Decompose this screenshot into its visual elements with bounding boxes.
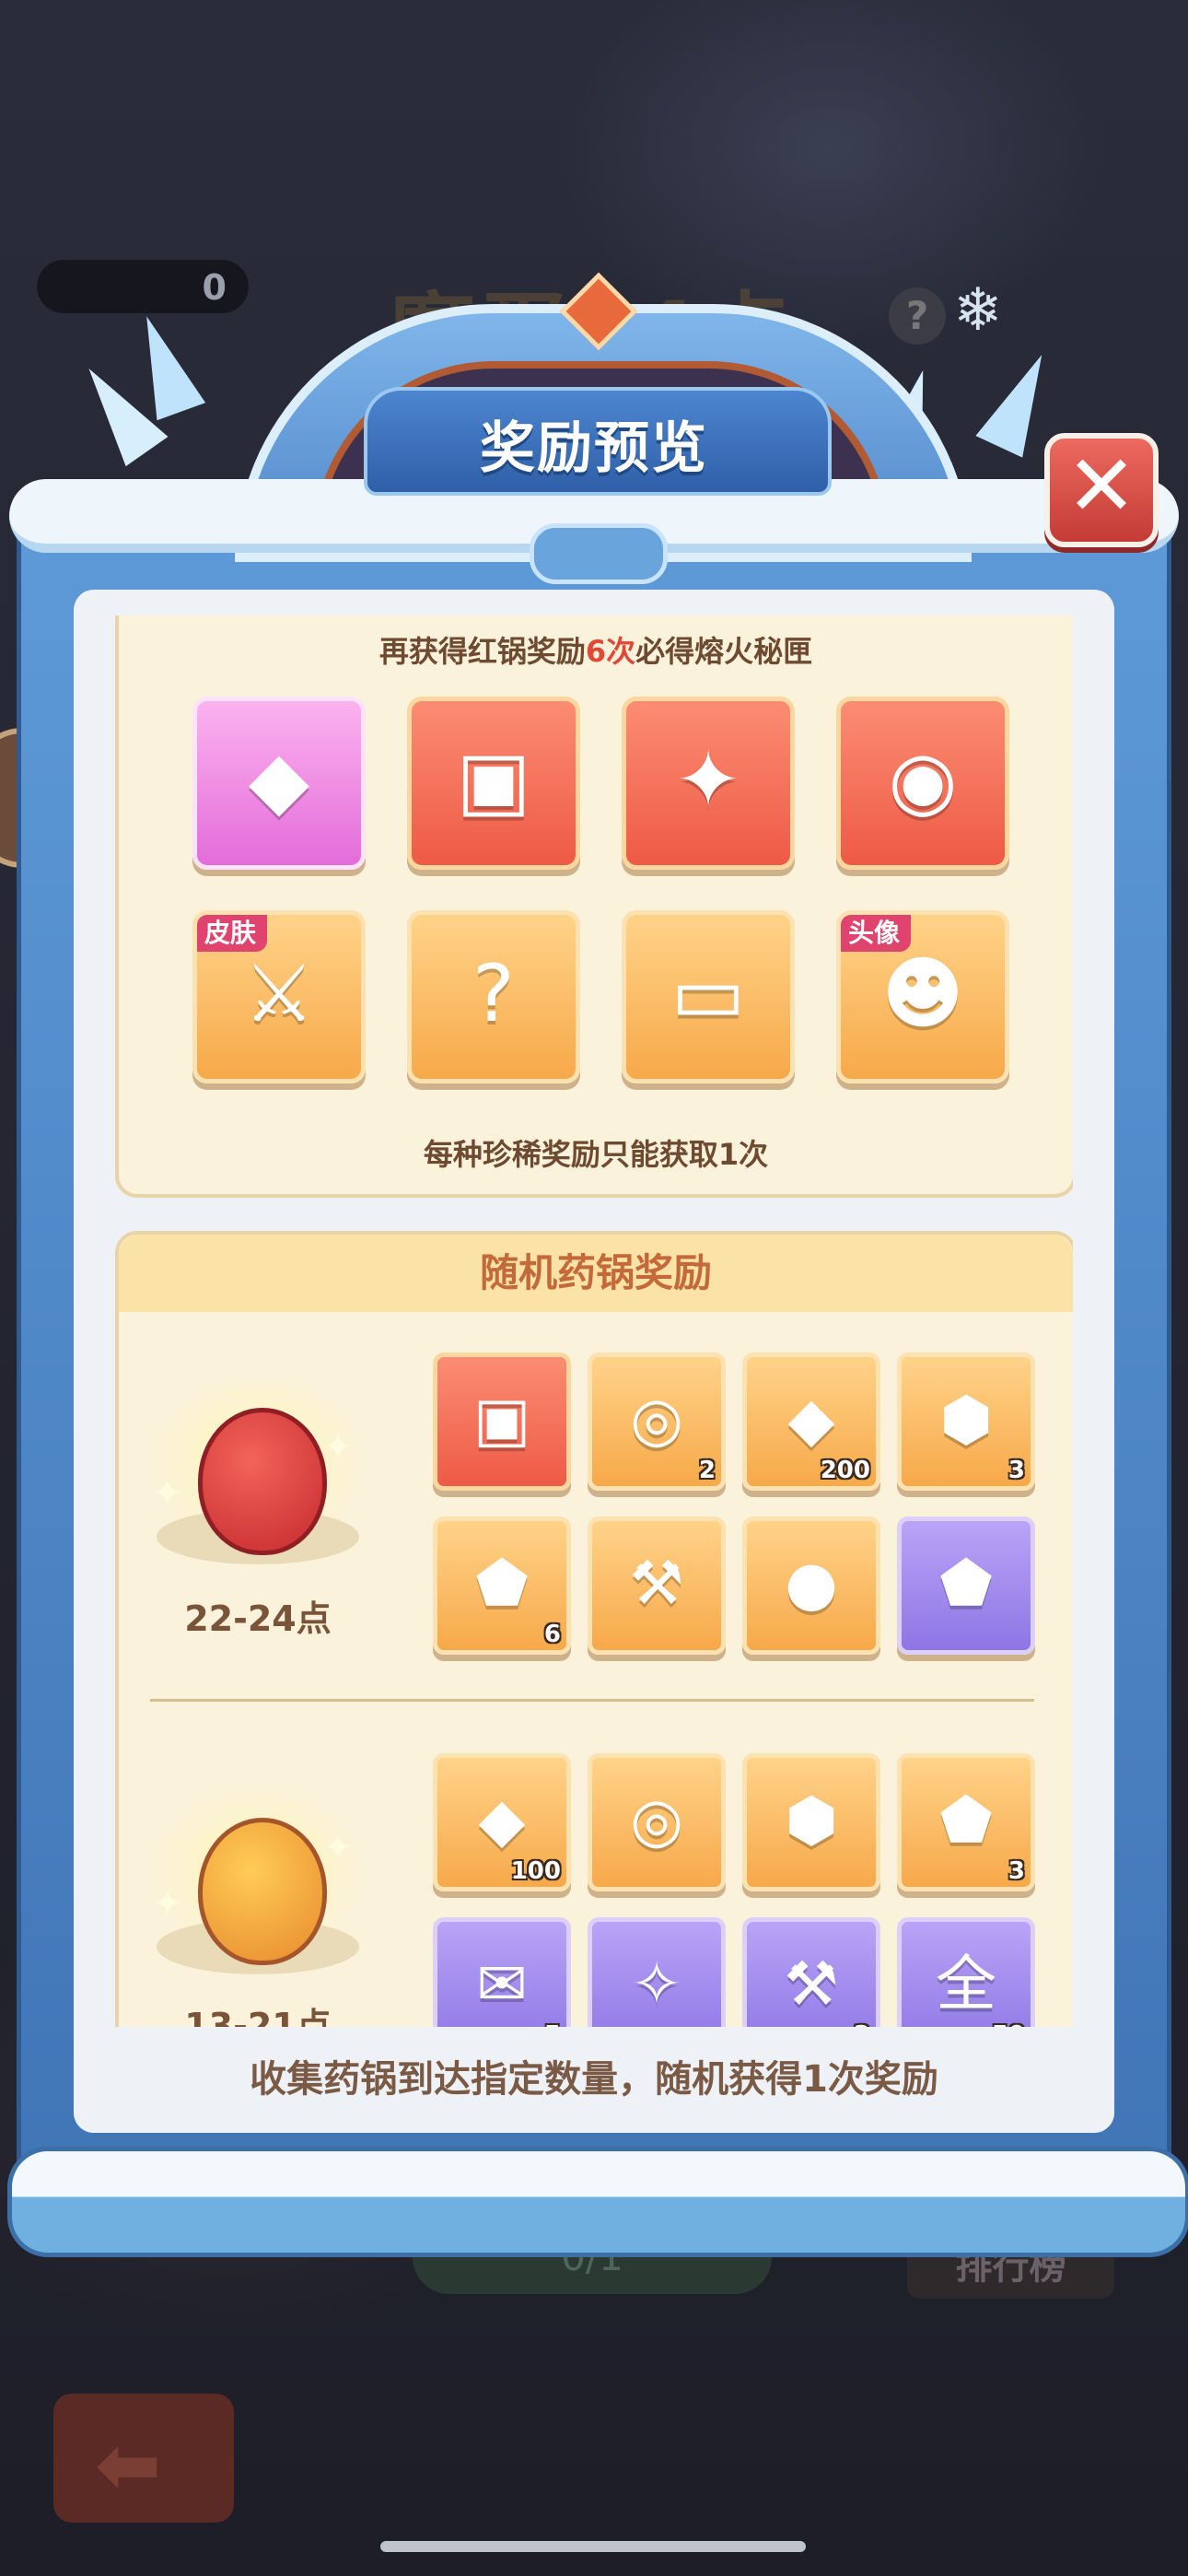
- green-orb-icon: ●: [785, 1548, 838, 1619]
- pot-reward-item[interactable]: ✉5: [433, 1917, 571, 2030]
- pot-reward-item[interactable]: ⬟: [897, 1516, 1035, 1655]
- reward-count: 3: [1007, 1857, 1025, 1885]
- pot-reward-item[interactable]: ◆ 100: [433, 1753, 571, 1891]
- sparkle-icon: ✦: [152, 1882, 183, 1925]
- reward-type-badge: 皮肤: [197, 915, 268, 952]
- ice-hammer-icon: ⚒: [784, 1949, 839, 2020]
- close-button[interactable]: ✕: [1044, 433, 1159, 547]
- dark-chest-icon: ▣: [472, 1384, 531, 1455]
- pot-reward-item[interactable]: ◆ 200: [742, 1352, 880, 1491]
- home-indicator: [380, 2541, 806, 2552]
- pot-reward-item[interactable]: ⚒: [588, 1516, 726, 1655]
- name-frame-icon: ▭: [670, 948, 746, 1040]
- rare-reward-item[interactable]: ⚔ 皮肤: [192, 910, 366, 1083]
- all-coin-icon: 全: [936, 1949, 996, 2020]
- reward-count: 100: [510, 1857, 561, 1885]
- pot-reward-item[interactable]: ⬟ 3: [897, 1753, 1035, 1891]
- pot-reward-item[interactable]: ◎ 2: [588, 1352, 726, 1491]
- rare-reward-item[interactable]: ?: [407, 910, 580, 1083]
- back-button: ⬅: [53, 2394, 234, 2523]
- pot-reward-item[interactable]: ✧: [588, 1917, 726, 2030]
- pot-reward-item[interactable]: ●: [742, 1516, 880, 1655]
- reward-count: 2: [698, 1457, 716, 1484]
- pink-cube-icon: ◆: [248, 734, 310, 826]
- orange-ore-icon: ⬢: [785, 1785, 838, 1856]
- rare-reward-item[interactable]: ✦: [622, 697, 795, 870]
- target-disc-icon: ◎: [630, 1785, 683, 1856]
- integral-scroll-icon: ✉: [476, 1949, 528, 2020]
- rare-header-suffix: 必得熔火秘匣: [635, 634, 813, 669]
- compass-icon: ✧: [631, 1949, 682, 2020]
- pot-reward-item[interactable]: ⬟ 6: [433, 1516, 571, 1655]
- golden-hammer-icon: ⚒: [629, 1548, 684, 1619]
- footer-hint: 收集药锅到达指定数量，随机获得1次奖励: [250, 2058, 938, 2101]
- reward-count: 3: [1007, 1457, 1025, 1484]
- reward-scroll-area[interactable]: 再获得红锅奖励6次必得熔火秘匣 ◆ ▣ ✦ ◉ ⚔ 皮肤? ▭ ☻ 头像 每种珍稀奖励只能获取1…: [115, 615, 1073, 2030]
- random-reward-title: 随机药锅奖励: [479, 1250, 712, 1295]
- dialog-title: 奖励预览: [480, 416, 708, 481]
- snow-ledge-bottom: [7, 2147, 1188, 2257]
- rare-reward-section: 再获得红锅奖励6次必得熔火秘匣 ◆ ▣ ✦ ◉ ⚔ 皮肤? ▭ ☻ 头像 每种珍稀奖励只能获取1…: [115, 615, 1073, 1198]
- gold-pot-icon: ✦ ✦: [147, 1781, 368, 2002]
- reward-type-badge: 头像: [841, 915, 912, 952]
- purple-crystal-icon: ⬟: [939, 1548, 993, 1619]
- resource-counter: 0: [37, 260, 249, 313]
- tier-range-label: 22-24点: [184, 1598, 332, 1639]
- pot-reward-item[interactable]: ⚒2: [742, 1917, 880, 2030]
- pot-reward-item[interactable]: ⬢ 3: [897, 1352, 1035, 1491]
- mystery-chest-icon: ?: [472, 948, 515, 1040]
- golden-dragon-icon: ◉: [888, 734, 958, 826]
- back-arrow-icon: ⬅: [95, 2419, 162, 2512]
- sparkle-icon: ✦: [152, 1472, 183, 1515]
- pot-reward-item[interactable]: 全50: [897, 1917, 1035, 2030]
- tier-range-label: 13-21点: [184, 2006, 332, 2030]
- reward-count: 6: [543, 1621, 561, 1648]
- help-icon: ?: [889, 287, 946, 345]
- pot-reward-item[interactable]: ◎: [588, 1753, 726, 1891]
- rare-reward-item[interactable]: ▣: [407, 697, 580, 870]
- red-pot-icon: ✦ ✦: [147, 1371, 368, 1592]
- winged-crystal-icon: ✦: [674, 734, 742, 826]
- pot-reward-item[interactable]: ⬢: [742, 1753, 880, 1891]
- rare-reward-header: 再获得红锅奖励6次必得熔火秘匣: [119, 628, 1073, 671]
- random-reward-header: 随机药锅奖励: [119, 1235, 1073, 1312]
- rare-reward-item[interactable]: ☻ 头像: [836, 910, 1009, 1083]
- rare-header-prefix: 再获得红锅奖励: [379, 634, 586, 669]
- rare-reward-item[interactable]: ▭: [622, 910, 795, 1083]
- rare-reward-item[interactable]: ◆: [192, 697, 366, 870]
- sparkle-icon: ✦: [322, 1827, 354, 1869]
- rare-header-highlight: 6次: [585, 634, 636, 669]
- resource-count: 0: [202, 267, 227, 308]
- pot-reward-item[interactable]: ▣: [433, 1352, 571, 1491]
- rare-reward-footer: 每种珍稀奖励只能获取1次: [423, 1137, 769, 1172]
- frame-ornament: [530, 523, 668, 584]
- treasure-chest-icon: ▣: [456, 734, 531, 826]
- reward-count: 200: [820, 1457, 870, 1484]
- rare-reward-item[interactable]: ◉: [836, 697, 1009, 870]
- snowflake-icon: ❄: [953, 276, 1003, 345]
- tier-divider: [150, 1699, 1034, 1702]
- sparkle-icon: ✦: [322, 1426, 354, 1469]
